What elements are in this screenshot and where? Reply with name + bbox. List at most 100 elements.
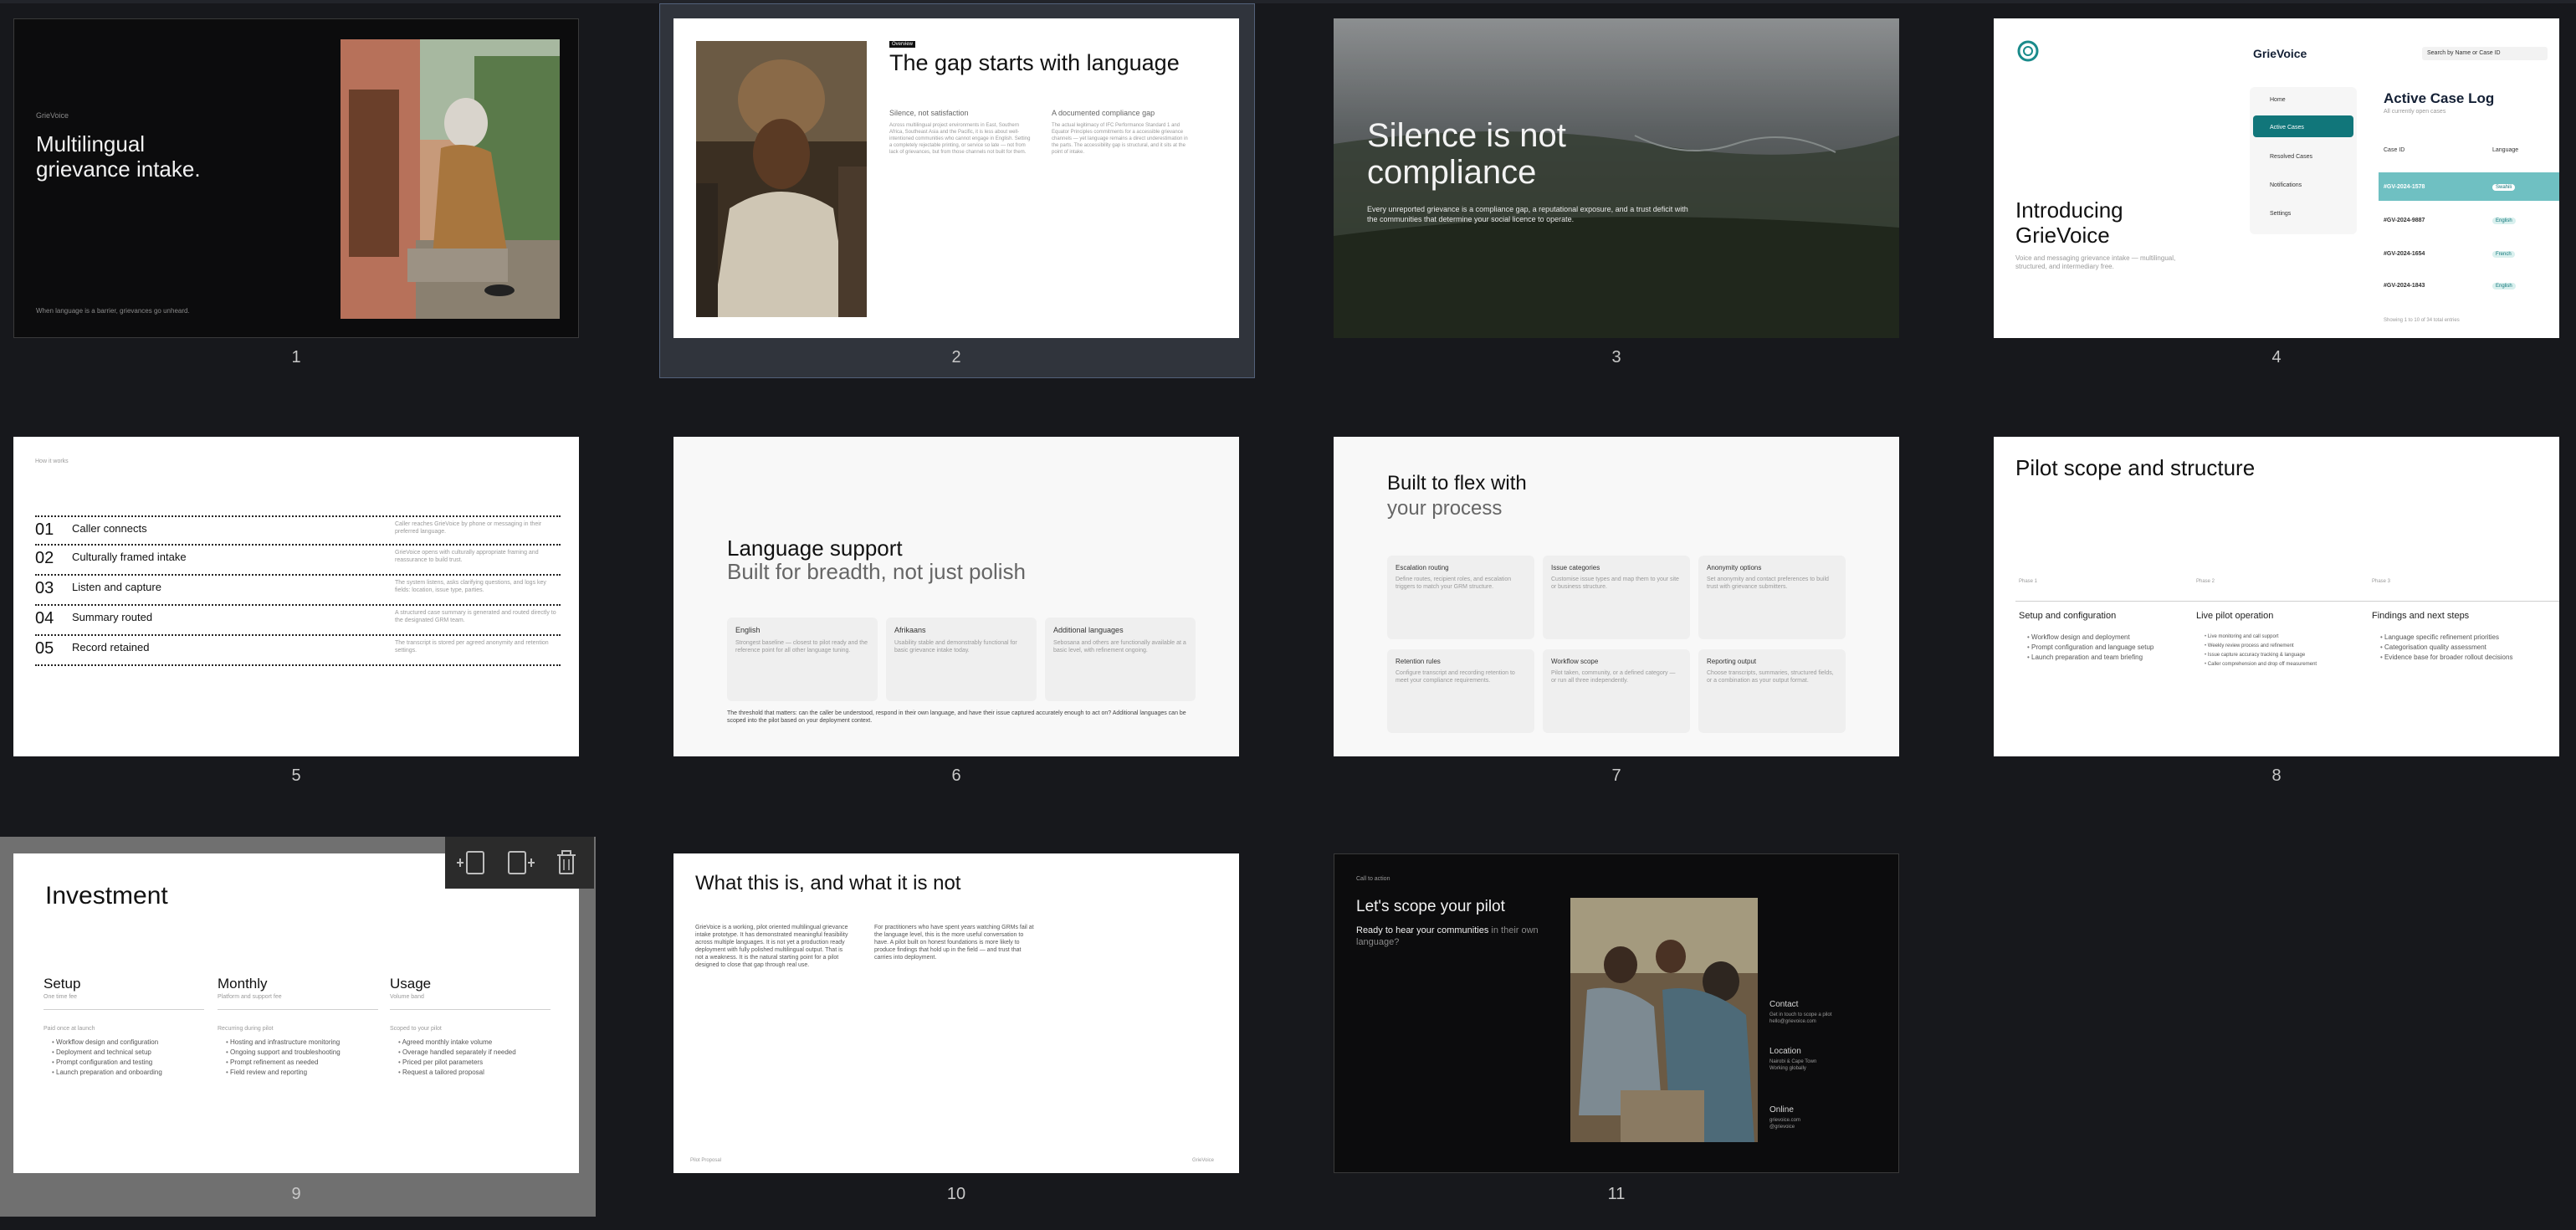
slide-thumbnail-5[interactable]: How it works 01 Caller connects Caller r… xyxy=(13,437,579,756)
slide5-step4-label: Summary routed xyxy=(72,611,153,623)
slide8-phase3-item1: Language specific refinement priorities xyxy=(2380,633,2556,643)
slide4-row1-lang: Swahili xyxy=(2492,184,2516,191)
slide5-step3-number: 03 xyxy=(35,579,54,597)
slide4-log-title: Active Case Log xyxy=(2384,90,2495,106)
slide-number-3: 3 xyxy=(1611,348,1621,366)
delete-slide-icon[interactable] xyxy=(551,847,582,879)
slide4-search: Search by Name or Case ID xyxy=(2422,47,2548,60)
slide2-col2-body: The actual legitimacy of IFC Performance… xyxy=(1052,123,1188,155)
slide2-title: The gap starts with language xyxy=(889,50,1180,75)
slide-thumbnail-7[interactable]: Built to flex with your process Escalati… xyxy=(1334,437,1899,756)
slide-number-6: 6 xyxy=(951,766,961,785)
slide-number-11: 11 xyxy=(1607,1185,1626,1203)
slide9-col2-rule xyxy=(218,1009,378,1010)
slide4-sidebar xyxy=(2250,87,2357,234)
slide1-brand: GrieVoice xyxy=(36,111,69,120)
slide-thumbnail-10[interactable]: What this is, and what it is not GrieVoi… xyxy=(673,853,1239,1173)
slide6-card3-heading: Additional languages xyxy=(1053,626,1124,634)
slide11-lead: Ready to hear your communities in their … xyxy=(1356,925,1549,948)
slide7-card6-body: Choose transcripts, summaries, structure… xyxy=(1707,670,1834,684)
slide9-col1-sub: One time fee xyxy=(44,994,78,1000)
slide4-nav-active-cases: Active Cases xyxy=(2270,125,2304,131)
slide9-col2-item2: Ongoing support and troubleshooting xyxy=(226,1048,385,1058)
slide9-col3-item2: Overage handled separately if needed xyxy=(398,1048,566,1058)
slide5-step1-label: Caller connects xyxy=(72,522,147,535)
slide5-divider-0 xyxy=(35,515,561,517)
slide9-col3-heading: Usage xyxy=(390,976,432,992)
slide4-row3-lang: French xyxy=(2492,251,2515,258)
slide7-title-line2: your process xyxy=(1387,497,1503,520)
slide2-tag: Overview xyxy=(889,41,916,48)
slide11-location-heading: Location xyxy=(1769,1047,1801,1056)
slide1-title-line1: Multilingual xyxy=(36,131,146,156)
slide-number-4: 4 xyxy=(2271,348,2282,366)
slide8-phase2-tag: Phase 2 xyxy=(2196,579,2215,584)
slide8-phase3-tag: Phase 3 xyxy=(2372,579,2391,584)
grievoice-logo-icon xyxy=(2017,40,2039,62)
slide11-kicker: Call to action xyxy=(1356,876,1390,882)
slide6-card1-heading: English xyxy=(735,626,761,634)
slide5-step5-desc: The transcript is stored per agreed anon… xyxy=(395,640,549,653)
slide4-nav-resolved: Resolved Cases xyxy=(2270,154,2312,160)
slide-thumbnail-3[interactable]: Silence is not compliance Every unreport… xyxy=(1334,18,1899,338)
slide9-col2-list: Hosting and infrastructure monitoring On… xyxy=(218,1038,385,1078)
insert-slide-before-icon[interactable] xyxy=(457,847,489,879)
slide11-online-body: grievoice.com @grievoice xyxy=(1769,1118,1801,1130)
slide4-app-name: GrieVoice xyxy=(2253,47,2307,60)
slide9-col2-sub: Platform and support fee xyxy=(218,994,282,1000)
slide6-card1-body: Strongest baseline — closest to pilot re… xyxy=(735,640,868,653)
slide11-contact-heading: Contact xyxy=(1769,1000,1799,1009)
slide10-footer-left: Pilot Proposal xyxy=(690,1158,722,1163)
slide8-phase2-item4: Caller comprehension and drop off measur… xyxy=(2205,660,2372,669)
slide5-divider-4 xyxy=(35,634,561,636)
slide-thumbnail-6[interactable]: Language support Built for breadth, not … xyxy=(673,437,1239,756)
slide5-header: How it works xyxy=(35,459,69,464)
slide-thumbnail-2[interactable]: Overview The gap starts with language Si… xyxy=(673,18,1239,338)
slide5-divider-2 xyxy=(35,574,561,576)
slide5-step5-number: 05 xyxy=(35,639,54,658)
slide-thumbnail-1[interactable]: GrieVoice Multilingual grievance intake.… xyxy=(13,18,579,338)
slide8-phase2-item2: Weekly review process and refinement xyxy=(2205,642,2372,651)
slide-number-2: 2 xyxy=(951,348,961,366)
slide4-subtitle: Voice and messaging grievance intake — m… xyxy=(2015,254,2176,270)
slide3-title-line2: compliance xyxy=(1367,154,1537,191)
slide9-col1-item1: Workflow design and configuration xyxy=(52,1038,211,1048)
slide4-title-line1: Introducing xyxy=(2015,197,2123,223)
slide-thumbnail-11[interactable]: Call to action Let's scope your pilot Re… xyxy=(1334,853,1899,1173)
slide4-nav-settings: Settings xyxy=(2270,211,2292,217)
slide5-step2-desc: GrieVoice opens with culturally appropri… xyxy=(395,550,539,563)
slide4-nav-notifications: Notifications xyxy=(2270,182,2302,188)
slide-thumbnail-4[interactable]: Introducing GrieVoice Voice and messagin… xyxy=(1994,18,2559,338)
slide11-location-body: Nairobi & Cape Town Working globally xyxy=(1769,1059,1817,1071)
slide9-col1-item2: Deployment and technical setup xyxy=(52,1048,211,1058)
slide7-card4-heading: Retention rules xyxy=(1396,658,1441,665)
slide4-row4-id: #GV-2024-1843 xyxy=(2384,283,2425,289)
slide8-phase1-item1: Workflow design and deployment xyxy=(2027,633,2186,643)
slide5-divider-1 xyxy=(35,544,561,546)
slide8-phase2-item1: Live monitoring and call support xyxy=(2205,633,2372,642)
insert-slide-after-icon[interactable] xyxy=(504,847,535,879)
slide5-step1-desc: Caller reaches GrieVoice by phone or mes… xyxy=(395,521,542,535)
slide9-col1-list: Workflow design and configuration Deploy… xyxy=(44,1038,211,1078)
slide9-col3-sub: Volume band xyxy=(390,994,424,1000)
slide9-col1-lead: Paid once at launch xyxy=(44,1026,95,1032)
slide8-phase1-tag: Phase 1 xyxy=(2019,579,2038,584)
slide-thumbnail-8[interactable]: Pilot scope and structure Phase 1 Setup … xyxy=(1994,437,2559,756)
slide6-card2-body: Usability stable and demonstrably functi… xyxy=(894,640,1017,653)
slide-thumbnail-9[interactable]: Investment Setup One time fee Paid once … xyxy=(13,853,579,1173)
slide8-phase3-item2: Categorisation quality assessment xyxy=(2380,643,2556,653)
slide9-col3-list: Agreed monthly intake volume Overage han… xyxy=(390,1038,566,1078)
slide7-card6-heading: Reporting output xyxy=(1707,658,1757,665)
slide-number-10: 10 xyxy=(946,1185,966,1203)
slide8-phase2-item3: Issue capture accuracy tracking & langua… xyxy=(2205,651,2372,660)
slide-number-8: 8 xyxy=(2271,766,2282,785)
slide5-step3-label: Listen and capture xyxy=(72,581,161,593)
slide10-title: What this is, and what it is not xyxy=(695,872,961,894)
slide-number-7: 7 xyxy=(1611,766,1621,785)
slide7-card5-body: Pilot taken, community, or a defined cat… xyxy=(1551,670,1676,684)
slide9-col3-rule xyxy=(390,1009,551,1010)
slide4-row2-lang: English xyxy=(2492,218,2516,224)
slide11-contact-body: Get in touch to scope a pilot hello@grie… xyxy=(1769,1012,1832,1024)
slide9-col2-item3: Prompt refinement as needed xyxy=(226,1058,385,1068)
slide8-phase3-item3: Evidence base for broader rollout decisi… xyxy=(2380,653,2556,663)
